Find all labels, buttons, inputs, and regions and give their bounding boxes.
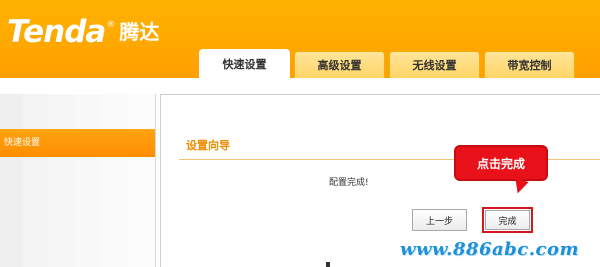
tab-wireless-setup[interactable]: 无线设置 [389,51,480,78]
sidebar-divider [155,94,156,267]
sidebar-background [0,94,155,267]
logo-text-en: Tenda [7,14,106,50]
header-separator [0,78,600,94]
page-title: 设置向导 [186,139,230,152]
callout-annotation: 点击完成 [454,145,548,181]
scroll-indicator [326,262,330,267]
main-tabs: 快速设置 高级设置 无线设置 带宽控制 [199,49,579,78]
watermark: www.886abc.com [400,239,580,260]
status-message: 配置完成! [329,178,369,188]
sidebar-item-quick-setup[interactable]: 快速设置 [0,129,155,157]
sidebar: 快速设置 [0,94,156,267]
tab-quick-setup[interactable]: 快速设置 [199,49,290,78]
tab-bandwidth-control[interactable]: 带宽控制 [484,51,575,78]
previous-step-button[interactable]: 上一步 [412,209,467,231]
registered-mark: ® [106,20,116,30]
logo-text-cn: 腾达 [119,20,160,44]
header-bar: Tenda ® 腾达 快速设置 高级设置 无线设置 带宽控制 [0,0,600,78]
finish-button[interactable]: 完成 [485,210,530,230]
tenda-logo: Tenda ® 腾达 [7,14,159,50]
tab-advanced-setup[interactable]: 高级设置 [294,51,385,78]
finish-highlight-box: 完成 [482,207,533,233]
